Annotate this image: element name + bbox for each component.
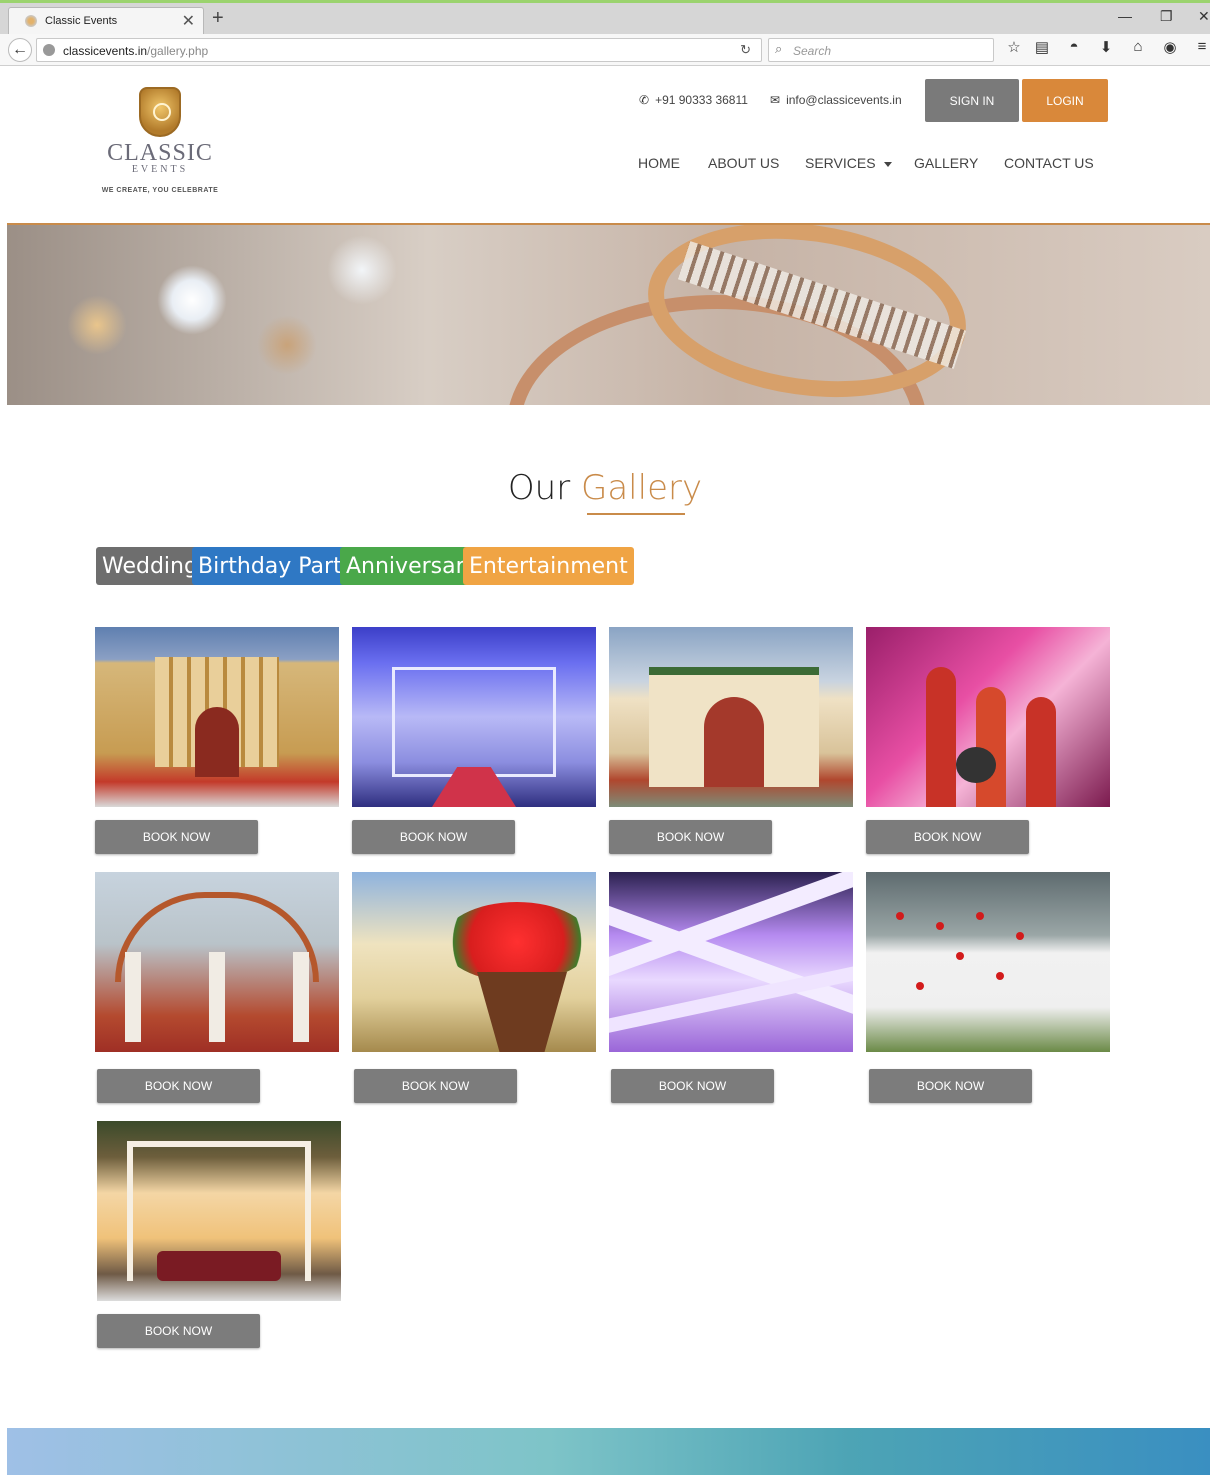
crest-icon <box>139 87 181 137</box>
address-bar[interactable]: classicevents.in/gallery.php ↻ <box>36 38 762 62</box>
site-header: CLASSIC EVENTS WE CREATE, YOU CELEBRATE … <box>7 67 1210 225</box>
nav-contact-us[interactable]: CONTACT US <box>1004 155 1094 171</box>
nav-services[interactable]: SERVICES <box>805 155 892 171</box>
gallery-image-lit-drape-lounge[interactable] <box>97 1121 341 1301</box>
close-tab-icon[interactable]: ✕ <box>182 11 195 31</box>
gallery-image-white-wall-flowers[interactable] <box>866 872 1110 1052</box>
site-logo[interactable]: CLASSIC EVENTS WE CREATE, YOU CELEBRATE <box>95 87 225 197</box>
browser-tab[interactable]: Classic Events ✕ <box>8 7 204 35</box>
search-input[interactable]: ⌕ Search <box>768 38 994 62</box>
gallery-image-purple-ceiling[interactable] <box>609 872 853 1052</box>
footer-banner-image <box>7 1428 1210 1475</box>
tab-title: Classic Events <box>45 15 118 27</box>
nav-home[interactable]: HOME <box>638 155 680 171</box>
phone-number: +91 90333 36811 <box>655 93 748 107</box>
phone-icon: ✆ <box>639 93 650 107</box>
book-now-button[interactable]: BOOK NOW <box>609 820 772 854</box>
pocket-icon[interactable]: ◓ <box>1064 38 1084 55</box>
minimize-icon[interactable]: — <box>1118 8 1132 24</box>
login-button[interactable]: LOGIN <box>1022 79 1108 122</box>
gallery-image-palace-gate[interactable] <box>95 627 339 807</box>
download-icon[interactable]: ⬇ <box>1096 38 1116 56</box>
gallery-title-accent: Gallery <box>581 468 703 508</box>
browser-nav-bar: ← classicevents.in/gallery.php ↻ ⌕ Searc… <box>0 34 1210 66</box>
new-tab-icon[interactable]: + <box>212 7 224 30</box>
brand-sub: EVENTS <box>131 164 189 175</box>
restore-icon[interactable]: ❐ <box>1160 8 1173 25</box>
title-underline <box>587 513 685 515</box>
book-now-button[interactable]: BOOK NOW <box>352 820 515 854</box>
book-now-button[interactable]: BOOK NOW <box>95 820 258 854</box>
book-now-button[interactable]: BOOK NOW <box>97 1069 260 1103</box>
bookmark-star-icon[interactable]: ☆ <box>1004 38 1024 56</box>
book-now-button[interactable]: BOOK NOW <box>869 1069 1032 1103</box>
nav-about-us[interactable]: ABOUT US <box>708 155 779 171</box>
nav-gallery[interactable]: GALLERY <box>914 155 978 171</box>
email-address: info@classicevents.in <box>786 93 902 107</box>
menu-icon[interactable]: ≡ <box>1192 38 1210 55</box>
home-icon[interactable]: ⌂ <box>1128 38 1148 55</box>
close-window-icon[interactable]: ✕ <box>1198 8 1210 25</box>
gallery-image-flower-arrangement[interactable] <box>352 872 596 1052</box>
nav-services-label: SERVICES <box>805 155 876 171</box>
phone-contact[interactable]: ✆ +91 90333 36811 <box>639 93 748 107</box>
book-now-button[interactable]: BOOK NOW <box>354 1069 517 1103</box>
chat-icon[interactable]: ◉ <box>1160 38 1180 56</box>
filter-wedding[interactable]: Wedding <box>96 547 204 585</box>
gallery-image-blue-walkway[interactable] <box>352 627 596 807</box>
gallery-title: Our Gallery <box>0 468 1210 508</box>
gallery-image-fort-entrance[interactable] <box>609 627 853 807</box>
sign-in-button[interactable]: SIGN IN <box>925 79 1019 122</box>
site-info-icon[interactable] <box>43 44 55 56</box>
site-favicon-icon <box>25 15 37 27</box>
reading-list-icon[interactable]: ▤ <box>1032 38 1052 56</box>
brand-name: CLASSIC <box>107 140 213 166</box>
filter-entertainment[interactable]: Entertainment <box>463 547 634 585</box>
gallery-image-dhol-players[interactable] <box>866 627 1110 807</box>
gallery-title-prefix: Our <box>507 468 571 508</box>
url-text: classicevents.in/gallery.php <box>63 44 209 58</box>
search-placeholder: Search <box>793 44 832 58</box>
gallery-image-mandap-canopy[interactable] <box>95 872 339 1052</box>
reload-icon[interactable]: ↻ <box>740 42 751 58</box>
filter-birthday-party[interactable]: Birthday Party <box>192 547 361 585</box>
email-contact[interactable]: ✉ info@classicevents.in <box>770 93 902 107</box>
search-icon: ⌕ <box>775 41 783 56</box>
back-arrow-icon[interactable]: ← <box>8 38 32 62</box>
hero-banner-image <box>7 225 1210 405</box>
brand-tagline: WE CREATE, YOU CELEBRATE <box>101 187 219 194</box>
chevron-down-icon <box>883 161 892 167</box>
book-now-button[interactable]: BOOK NOW <box>866 820 1029 854</box>
book-now-button[interactable]: BOOK NOW <box>97 1314 260 1348</box>
browser-tab-bar: Classic Events ✕ + — ❐ ✕ <box>0 0 1210 35</box>
mail-icon: ✉ <box>770 93 781 107</box>
book-now-button[interactable]: BOOK NOW <box>611 1069 774 1103</box>
